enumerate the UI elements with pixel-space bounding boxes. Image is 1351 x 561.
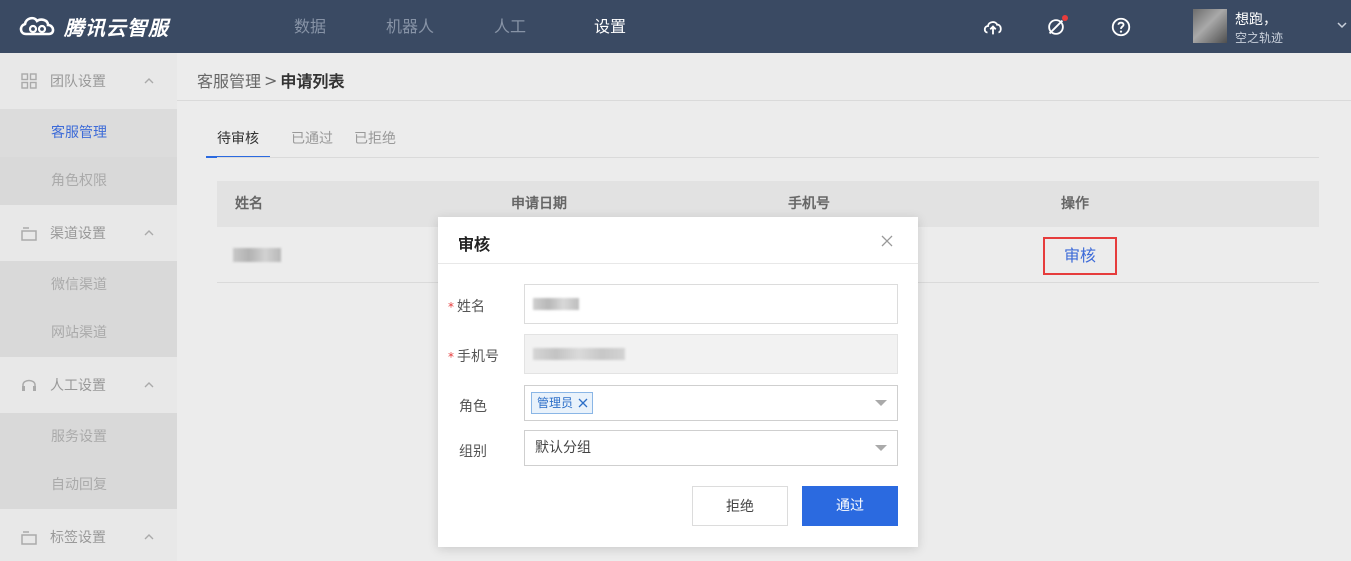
sidebar: 团队设置 客服管理 角色权限 渠道设置 微信渠道 网站渠道 人工设置 服务设置 … (0, 53, 177, 561)
close-icon[interactable] (879, 233, 895, 249)
chevron-down-icon[interactable] (1335, 18, 1349, 32)
divider (177, 100, 1351, 101)
sidebar-item-role-permission[interactable]: 角色权限 (0, 157, 177, 205)
user-subtitle: 空之轨迹 (1235, 31, 1284, 45)
chevron-up-icon (144, 382, 154, 388)
redacted-name-value (533, 298, 579, 310)
phone-label: * 手机号 (448, 349, 499, 365)
role-select[interactable]: 管理员 (524, 385, 898, 421)
tab-approved[interactable]: 已通过 (291, 128, 333, 158)
sidebar-group-manual[interactable]: 人工设置 (0, 359, 177, 411)
avatar[interactable] (1193, 9, 1227, 43)
grid-icon (21, 73, 37, 89)
nav-item-settings[interactable]: 设置 (560, 0, 660, 53)
sidebar-group-label: 团队设置 (50, 74, 106, 90)
group-select-value: 默认分组 (535, 440, 591, 456)
user-name[interactable]: 想跑， (1235, 9, 1277, 29)
breadcrumb: 客服管理 > 申请列表 (197, 68, 344, 92)
breadcrumb-parent[interactable]: 客服管理 (197, 68, 261, 92)
redacted-phone-value (533, 348, 625, 360)
redacted-name (233, 248, 281, 262)
group-label: 组别 (459, 444, 487, 460)
headset-icon (22, 379, 36, 391)
review-dialog: 审核 * 姓名 * 手机号 角色 管理员 组别 默认分组 拒绝 通过 (438, 217, 918, 547)
logo[interactable]: 腾讯云智服 (18, 10, 169, 42)
group-select[interactable]: 默认分组 (524, 430, 898, 466)
notification-dot (1062, 15, 1068, 21)
breadcrumb-separator: > (264, 70, 278, 90)
main-nav: 数据 机器人 人工 设置 (260, 0, 660, 53)
sidebar-item-wechat-channel[interactable]: 微信渠道 (0, 261, 177, 309)
divider (438, 263, 918, 264)
tab-rejected[interactable]: 已拒绝 (354, 128, 396, 158)
name-label: * 姓名 (448, 299, 485, 315)
name-field[interactable] (524, 284, 898, 324)
folder-icon (21, 227, 37, 241)
folder-icon (21, 531, 37, 545)
chevron-up-icon (144, 230, 154, 236)
chevron-up-icon (144, 534, 154, 540)
required-asterisk: * (448, 350, 454, 364)
caret-down-icon (875, 400, 887, 406)
role-tag: 管理员 (531, 392, 594, 414)
phone-field (524, 334, 898, 374)
cloud-logo-icon (19, 16, 55, 36)
sidebar-item-auto-reply[interactable]: 自动回复 (0, 461, 177, 509)
logo-text: 腾讯云智服 (64, 15, 169, 40)
sidebar-group-label: 渠道设置 (50, 226, 106, 242)
close-icon[interactable] (578, 398, 588, 408)
cloud-upload-icon[interactable] (981, 15, 1005, 39)
reject-button[interactable]: 拒绝 (692, 486, 788, 526)
no-disturb-icon[interactable] (1044, 15, 1068, 39)
dialog-title: 审核 (458, 235, 491, 254)
tab-pending[interactable]: 待审核 (206, 128, 270, 158)
top-navbar: 腾讯云智服 数据 机器人 人工 设置 想跑， 空之轨迹 (0, 0, 1351, 53)
help-icon[interactable] (1109, 15, 1133, 39)
breadcrumb-current: 申请列表 (280, 72, 345, 91)
divider (217, 157, 1319, 158)
sidebar-item-service-settings[interactable]: 服务设置 (0, 413, 177, 461)
nav-item-manual[interactable]: 人工 (460, 0, 560, 53)
sidebar-group-channel[interactable]: 渠道设置 (0, 207, 177, 259)
column-header-name: 姓名 (235, 196, 263, 212)
role-label: 角色 (459, 399, 487, 415)
tabs: 待审核 已通过 已拒绝 (206, 128, 417, 158)
sidebar-group-team[interactable]: 团队设置 (0, 55, 177, 107)
column-header-action: 操作 (1061, 196, 1089, 212)
sidebar-item-agent-management[interactable]: 客服管理 (0, 109, 177, 157)
sidebar-item-website-channel[interactable]: 网站渠道 (0, 309, 177, 357)
chevron-up-icon (144, 78, 154, 84)
approve-button[interactable]: 通过 (802, 486, 898, 526)
nav-item-data[interactable]: 数据 (260, 0, 360, 53)
sidebar-group-label: 人工设置 (50, 378, 106, 394)
caret-down-icon (875, 445, 887, 451)
nav-item-robot[interactable]: 机器人 (360, 0, 460, 53)
sidebar-group-label: 标签设置 (50, 530, 106, 546)
review-link[interactable]: 审核 (1043, 237, 1117, 275)
sidebar-group-tags[interactable]: 标签设置 (0, 511, 177, 561)
role-tag-label: 管理员 (537, 396, 574, 410)
required-asterisk: * (448, 300, 454, 314)
